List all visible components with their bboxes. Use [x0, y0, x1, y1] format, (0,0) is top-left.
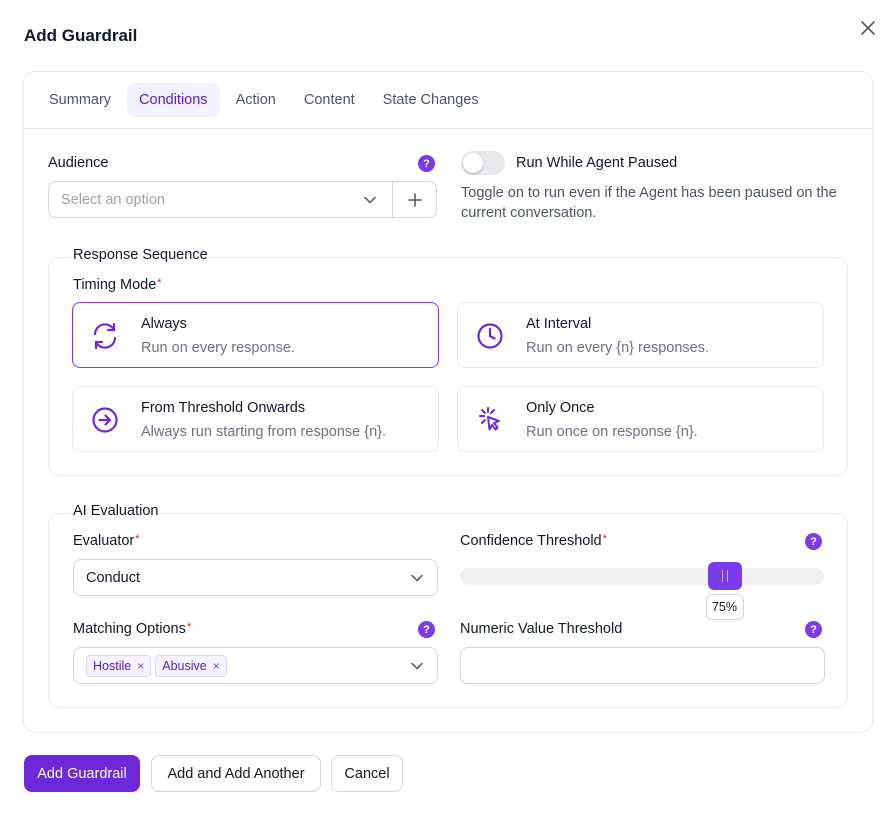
grip-icon: [721, 570, 728, 582]
timing-mode-label: Timing Mode*: [73, 277, 162, 293]
evaluator-select[interactable]: Conduct: [73, 559, 438, 596]
description-line: Toggle on to run even if the Agent has b…: [461, 185, 837, 201]
matching-options-help-icon[interactable]: ?: [418, 621, 435, 638]
confidence-threshold-text: Confidence Threshold: [460, 533, 602, 549]
toggle-knob: [463, 153, 483, 173]
option-description: Run on every {n} responses.: [526, 340, 709, 356]
run-while-paused-label: Run While Agent Paused: [516, 155, 678, 171]
timing-option-from-threshold[interactable]: From Threshold Onwards Always run starti…: [72, 386, 439, 452]
tab-bar: Summary Conditions Action Content State …: [24, 72, 872, 129]
evaluator-label-text: Evaluator: [73, 533, 135, 549]
confidence-slider-handle[interactable]: [707, 562, 742, 590]
confidence-slider-track[interactable]: [460, 568, 824, 585]
remove-chip-icon[interactable]: ×: [137, 659, 144, 673]
add-guardrail-button[interactable]: Add Guardrail: [24, 755, 140, 792]
response-sequence-legend: Response Sequence: [73, 247, 208, 263]
confidence-help-icon[interactable]: ?: [805, 533, 822, 550]
tab-state-changes[interactable]: State Changes: [371, 83, 491, 117]
tab-conditions[interactable]: Conditions: [127, 83, 220, 117]
chevron-down-icon: [397, 560, 437, 595]
option-title: Always: [141, 316, 187, 332]
description-line: current conversation.: [461, 205, 597, 221]
evaluator-label: Evaluator*: [73, 533, 140, 549]
audience-label: Audience: [48, 155, 109, 171]
cancel-button[interactable]: Cancel: [331, 755, 403, 792]
arrow-right-circle-icon: [92, 407, 118, 433]
timing-option-at-interval[interactable]: At Interval Run on every {n} responses.: [457, 302, 824, 368]
clock-icon: [477, 323, 503, 349]
audience-help-icon[interactable]: ?: [418, 155, 435, 172]
numeric-threshold-label: Numeric Value Threshold: [460, 621, 623, 637]
click-pointer-icon: [479, 407, 500, 431]
option-title: At Interval: [526, 316, 592, 332]
chip-hostile: Hostile ×: [86, 654, 152, 677]
timing-mode-text: Timing Mode: [73, 277, 157, 293]
audience-select[interactable]: Select an option: [48, 181, 437, 218]
tab-content[interactable]: Content: [292, 83, 367, 117]
numeric-threshold-input[interactable]: [460, 647, 825, 684]
required-mark: *: [602, 533, 607, 545]
chevron-down-icon: [397, 648, 437, 683]
ai-evaluation-legend: AI Evaluation: [73, 503, 159, 519]
chevron-down-icon: [348, 182, 392, 217]
close-icon[interactable]: [856, 16, 880, 40]
matching-options-multiselect[interactable]: Hostile × Abusive ×: [73, 647, 438, 684]
plus-icon: [407, 192, 422, 207]
audience-placeholder: Select an option: [61, 191, 165, 208]
confidence-value-tooltip: 75%: [705, 594, 744, 620]
numeric-threshold-help-icon[interactable]: ?: [805, 621, 822, 638]
add-and-add-another-button[interactable]: Add and Add Another: [151, 755, 321, 792]
run-while-paused-toggle[interactable]: [461, 151, 505, 175]
option-description: Run on every response.: [141, 340, 295, 356]
chip-label: Abusive: [162, 658, 207, 673]
modal-title: Add Guardrail: [24, 26, 138, 45]
add-audience-button[interactable]: [392, 182, 436, 217]
run-while-paused-description: Toggle on to run even if the Agent has b…: [461, 183, 837, 223]
tab-action[interactable]: Action: [224, 83, 288, 117]
option-title: From Threshold Onwards: [141, 400, 306, 416]
tab-summary[interactable]: Summary: [37, 83, 123, 117]
confidence-threshold-label: Confidence Threshold*: [460, 533, 607, 549]
refresh-icon: [93, 322, 117, 350]
form-card: Summary Conditions Action Content State …: [23, 71, 873, 733]
option-description: Run once on response {n}.: [526, 424, 698, 440]
option-title: Only Once: [526, 400, 595, 416]
chip-label: Hostile: [93, 658, 132, 673]
matching-options-text: Matching Options: [73, 621, 186, 637]
remove-chip-icon[interactable]: ×: [213, 659, 220, 673]
required-mark: *: [157, 277, 162, 289]
add-guardrail-modal: Add Guardrail Summary Conditions Action …: [0, 0, 896, 816]
evaluator-value: Conduct: [86, 569, 141, 586]
chip-abusive: Abusive ×: [155, 654, 227, 677]
timing-option-always[interactable]: Always Run on every response.: [72, 302, 439, 368]
option-description: Always run starting from response {n}.: [141, 424, 387, 440]
matching-options-label: Matching Options*: [73, 621, 191, 637]
timing-option-only-once[interactable]: Only Once Run once on response {n}.: [457, 386, 824, 452]
required-mark: *: [135, 533, 140, 545]
required-mark: *: [186, 621, 192, 633]
